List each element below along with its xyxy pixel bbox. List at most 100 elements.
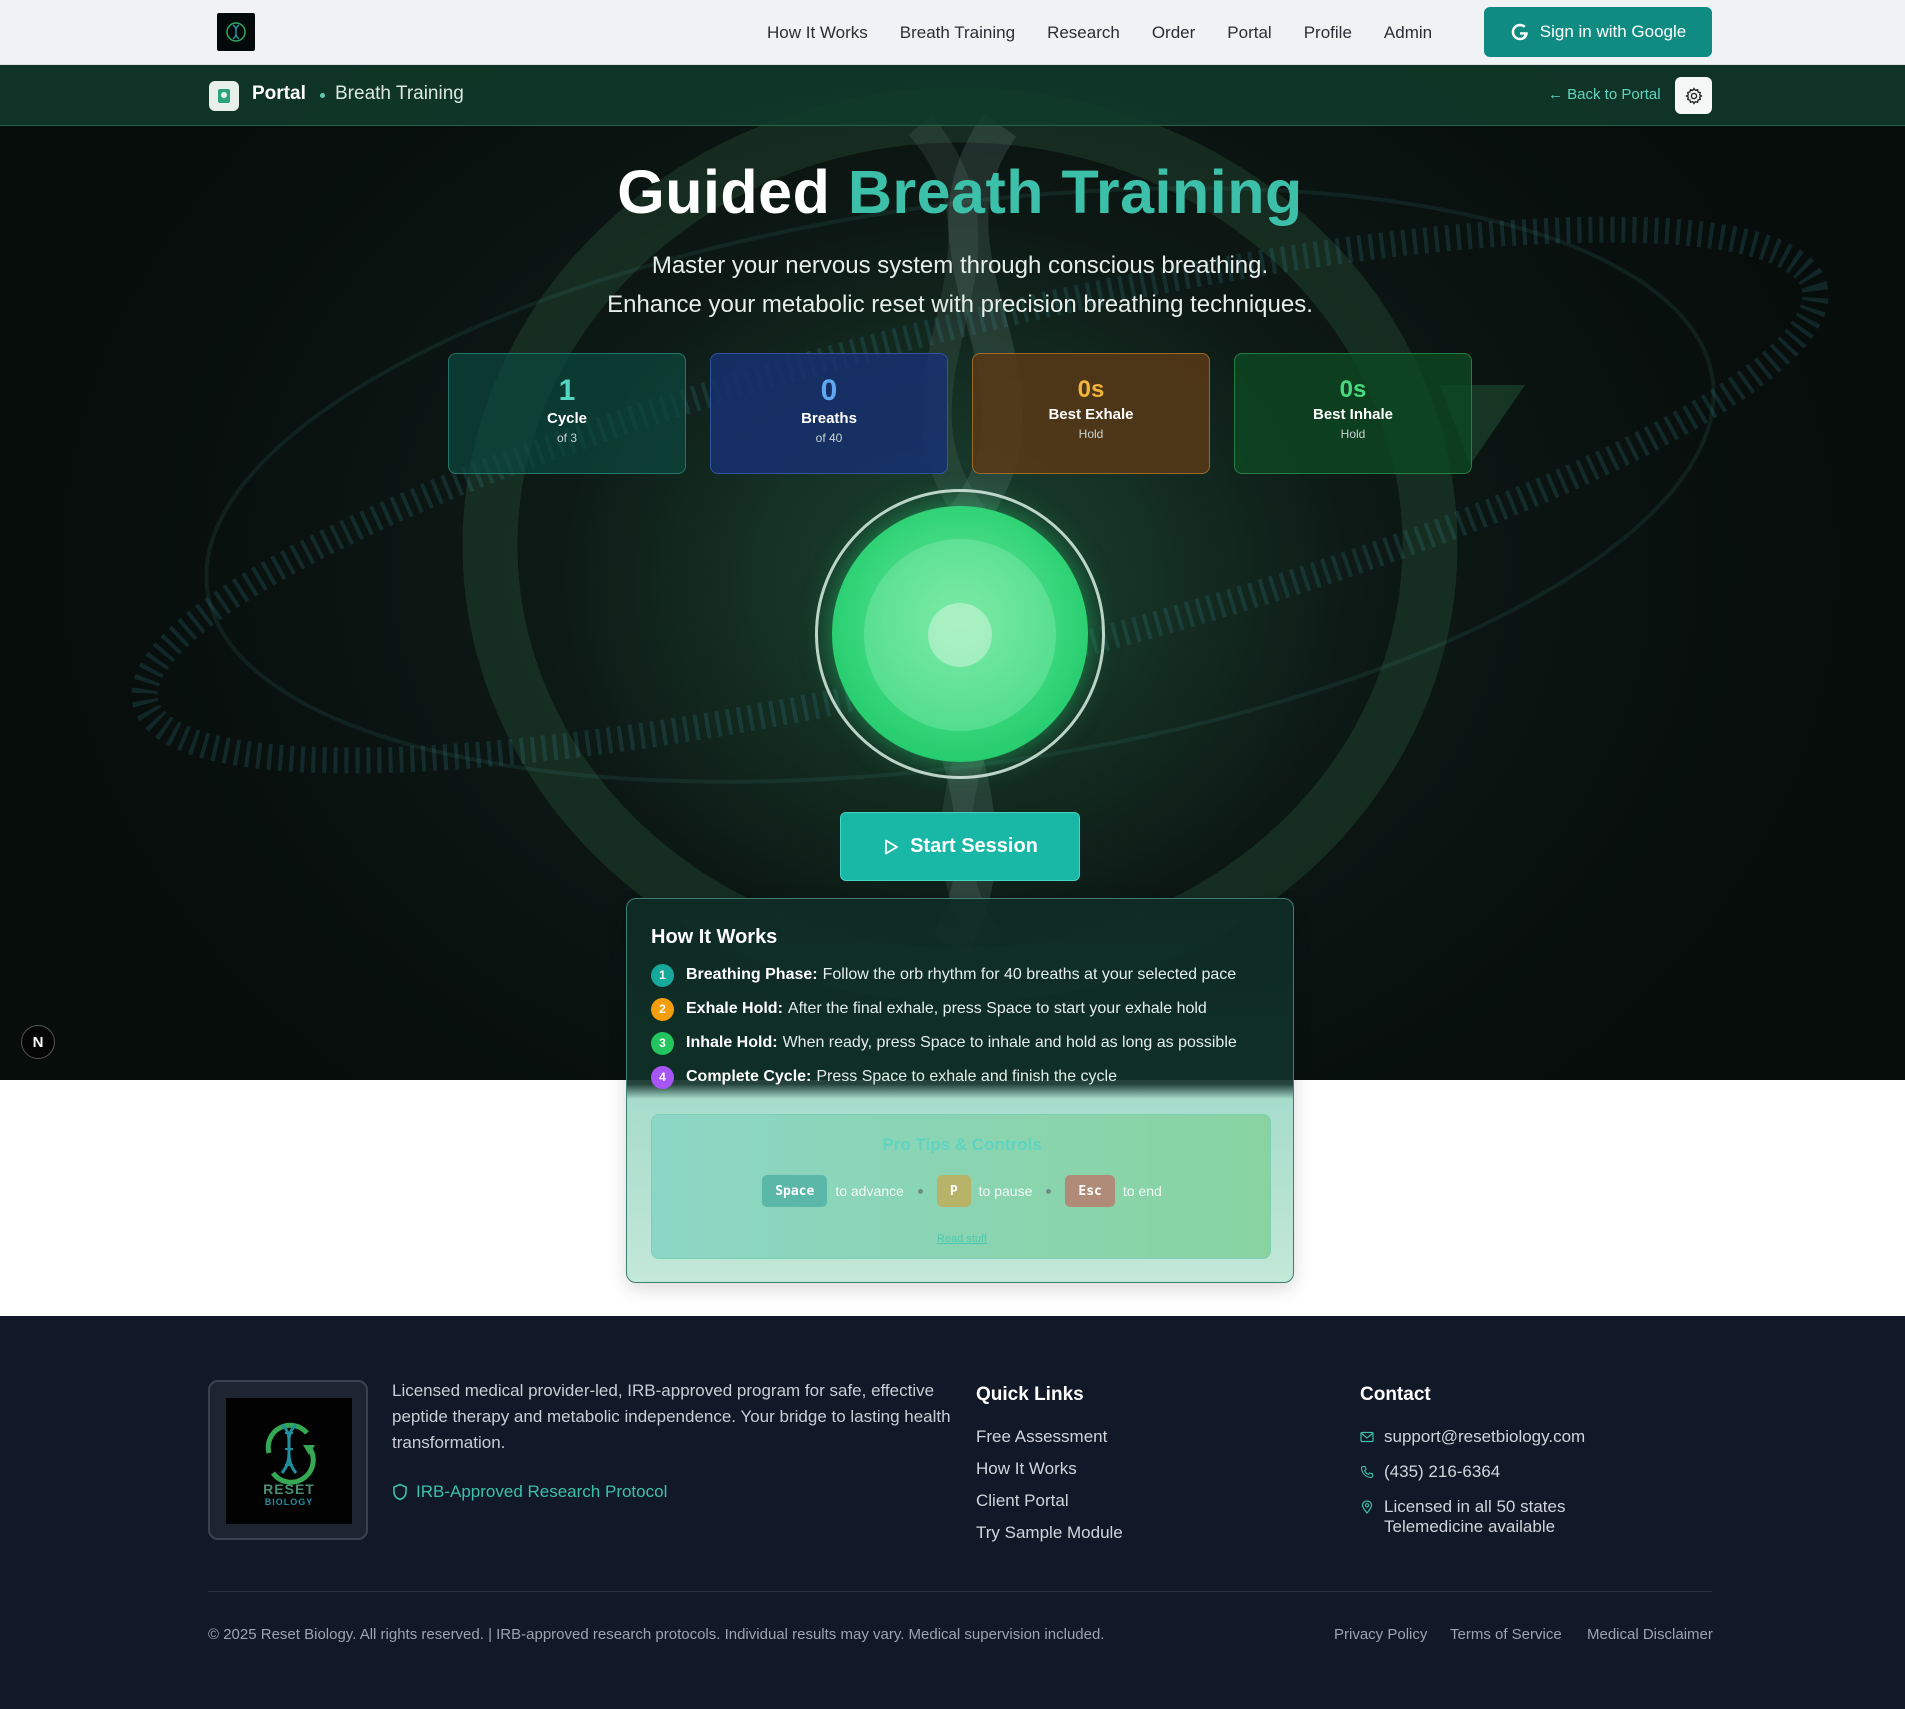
- footer-logo-image: RESET BIOLOGY: [226, 1398, 352, 1524]
- privacy-policy-link[interactable]: Privacy Policy: [1334, 1626, 1427, 1643]
- breadcrumb-portal[interactable]: Portal: [252, 83, 306, 105]
- dna-logo-icon: [226, 22, 246, 42]
- licensed-text: Licensed in all 50 states: [1384, 1497, 1566, 1516]
- breaths-value: 0: [820, 374, 838, 407]
- breadcrumb: Portal Breath Training ← Back to Portal: [0, 65, 1905, 126]
- back-to-portal-link[interactable]: ← Back to Portal: [1548, 86, 1661, 103]
- irb-label: IRB-Approved Research Protocol: [416, 1482, 668, 1501]
- how-it-works-card: How It Works 1 Breathing Phase: Follow t…: [626, 898, 1294, 1283]
- best-inhale-label: Best Inhale: [1312, 406, 1394, 423]
- step-text: Follow the orb rhythm for 40 breaths at …: [822, 966, 1237, 983]
- footer-description: Licensed medical provider-led, IRB-appro…: [392, 1381, 951, 1452]
- pro-tips-title: Pro Tips & Controls: [882, 1135, 1042, 1154]
- shield-icon: [393, 1483, 407, 1501]
- nav-profile[interactable]: Profile: [1304, 23, 1352, 43]
- nav-admin[interactable]: Admin: [1384, 23, 1432, 43]
- step-3: 3 Inhale Hold: When ready, press Space t…: [651, 1031, 1237, 1055]
- sign-in-google-button[interactable]: Sign in with Google: [1484, 7, 1712, 57]
- nav-research[interactable]: Research: [1047, 23, 1120, 43]
- link-client-portal[interactable]: Client Portal: [976, 1491, 1069, 1511]
- breadcrumb-separator: [320, 93, 325, 98]
- page-title: Guided Breath Training: [0, 157, 1905, 227]
- start-session-button[interactable]: Start Session: [840, 812, 1080, 881]
- step-title: Complete Cycle:: [686, 1068, 812, 1085]
- logo-text-reset: RESET: [263, 1481, 315, 1497]
- nav-how-it-works[interactable]: How It Works: [767, 23, 868, 43]
- location-pin-icon: [1361, 1500, 1373, 1514]
- best-exhale-value: 0s: [1077, 376, 1105, 403]
- title-main: Guided: [617, 158, 831, 226]
- esc-key: Esc: [1065, 1175, 1115, 1207]
- quick-links-title: Quick Links: [976, 1384, 1084, 1405]
- contact-license: Licensed in all 50 states Telemedicine a…: [1360, 1497, 1565, 1537]
- page-subtitle: Master your nervous system through consc…: [0, 246, 1905, 324]
- link-try-sample-module[interactable]: Try Sample Module: [976, 1523, 1123, 1543]
- portal-icon: [209, 81, 239, 111]
- site-logo[interactable]: [217, 13, 255, 51]
- stat-card-breaths: 0 Breaths of 40: [710, 353, 948, 474]
- step-title: Inhale Hold:: [686, 1034, 778, 1051]
- nav-portal[interactable]: Portal: [1227, 23, 1271, 43]
- cycle-value: 1: [558, 374, 576, 407]
- step-number: 2: [651, 997, 674, 1021]
- google-icon: [1511, 23, 1528, 41]
- stat-card-cycle: 1 Cycle of 3: [448, 353, 686, 474]
- mail-icon: [1360, 1431, 1374, 1443]
- cycle-label: Cycle: [546, 410, 588, 427]
- breaths-sub: of 40: [815, 431, 843, 445]
- link-free-assessment[interactable]: Free Assessment: [976, 1427, 1107, 1447]
- site-footer: RESET BIOLOGY Licensed medical provider-…: [0, 1316, 1905, 1709]
- framework-badge-button[interactable]: N: [21, 1025, 55, 1059]
- settings-button[interactable]: [1675, 77, 1712, 114]
- p-key: P: [936, 1175, 971, 1207]
- irb-protocol-link[interactable]: IRB-Approved Research Protocol: [392, 1482, 667, 1502]
- subtitle-line-1: Master your nervous system through consc…: [651, 252, 1269, 279]
- logo-text-biology: BIOLOGY: [264, 1497, 314, 1507]
- step-4: 4 Complete Cycle: Press Space to exhale …: [651, 1065, 1117, 1089]
- contact-email[interactable]: support@resetbiology.com: [1360, 1427, 1585, 1447]
- space-key-text: to advance: [835, 1183, 904, 1199]
- stat-card-best-inhale: 0s Best Inhale Hold: [1234, 353, 1472, 474]
- step-1: 1 Breathing Phase: Follow the orb rhythm…: [651, 963, 1236, 987]
- step-2: 2 Exhale Hold: After the final exhale, p…: [651, 997, 1207, 1021]
- separator-dot: [1046, 1188, 1052, 1194]
- pro-tips-panel: Pro Tips & Controls Space to advance P t…: [651, 1114, 1271, 1259]
- gear-icon: [1684, 86, 1703, 105]
- step-number: 1: [651, 963, 674, 987]
- terms-of-service-link[interactable]: Terms of Service: [1450, 1626, 1562, 1643]
- top-navbar: How It Works Breath Training Research Or…: [0, 0, 1905, 65]
- best-exhale-label: Best Exhale: [1048, 406, 1134, 423]
- breadcrumb-current: Breath Training: [335, 83, 464, 104]
- step-number: 4: [651, 1065, 674, 1089]
- play-icon: [885, 839, 898, 854]
- step-title: Exhale Hold:: [686, 1000, 783, 1017]
- read-stuff-link[interactable]: Read stuff: [652, 1233, 1272, 1245]
- esc-key-text: to end: [1122, 1183, 1162, 1199]
- title-accent: Breath Training: [847, 158, 1303, 226]
- email-text: support@resetbiology.com: [1384, 1427, 1586, 1446]
- separator-dot: [917, 1188, 923, 1194]
- start-session-label: Start Session: [910, 835, 1038, 857]
- telemedicine-text: Telemedicine available: [1384, 1517, 1556, 1536]
- nav-links: How It Works Breath Training Research Or…: [767, 0, 1464, 65]
- copyright-text: © 2025 Reset Biology. All rights reserve…: [208, 1626, 1105, 1643]
- nav-breath-training[interactable]: Breath Training: [900, 23, 1015, 43]
- step-text: After the final exhale, press Space to s…: [787, 1000, 1207, 1017]
- contact-phone[interactable]: (435) 216-6364: [1360, 1462, 1500, 1482]
- dna-logo-icon: [265, 1422, 316, 1485]
- link-how-it-works[interactable]: How It Works: [976, 1459, 1077, 1479]
- medical-disclaimer-link[interactable]: Medical Disclaimer: [1587, 1626, 1713, 1643]
- best-inhale-value: 0s: [1339, 376, 1367, 403]
- sign-in-label: Sign in with Google: [1539, 22, 1687, 41]
- stat-card-best-exhale: 0s Best Exhale Hold: [972, 353, 1210, 474]
- how-it-works-title: How It Works: [651, 926, 778, 948]
- keyboard-controls: Space to advance P to pause Esc to end: [652, 1175, 1272, 1207]
- contact-title: Contact: [1360, 1384, 1431, 1405]
- breath-orb-core: [928, 603, 992, 667]
- step-title: Breathing Phase:: [686, 966, 818, 983]
- step-text: Press Space to exhale and finish the cyc…: [816, 1068, 1117, 1085]
- p-key-text: to pause: [978, 1183, 1033, 1199]
- footer-divider: [208, 1591, 1712, 1592]
- best-exhale-sub: Hold: [1078, 427, 1104, 441]
- nav-order[interactable]: Order: [1152, 23, 1195, 43]
